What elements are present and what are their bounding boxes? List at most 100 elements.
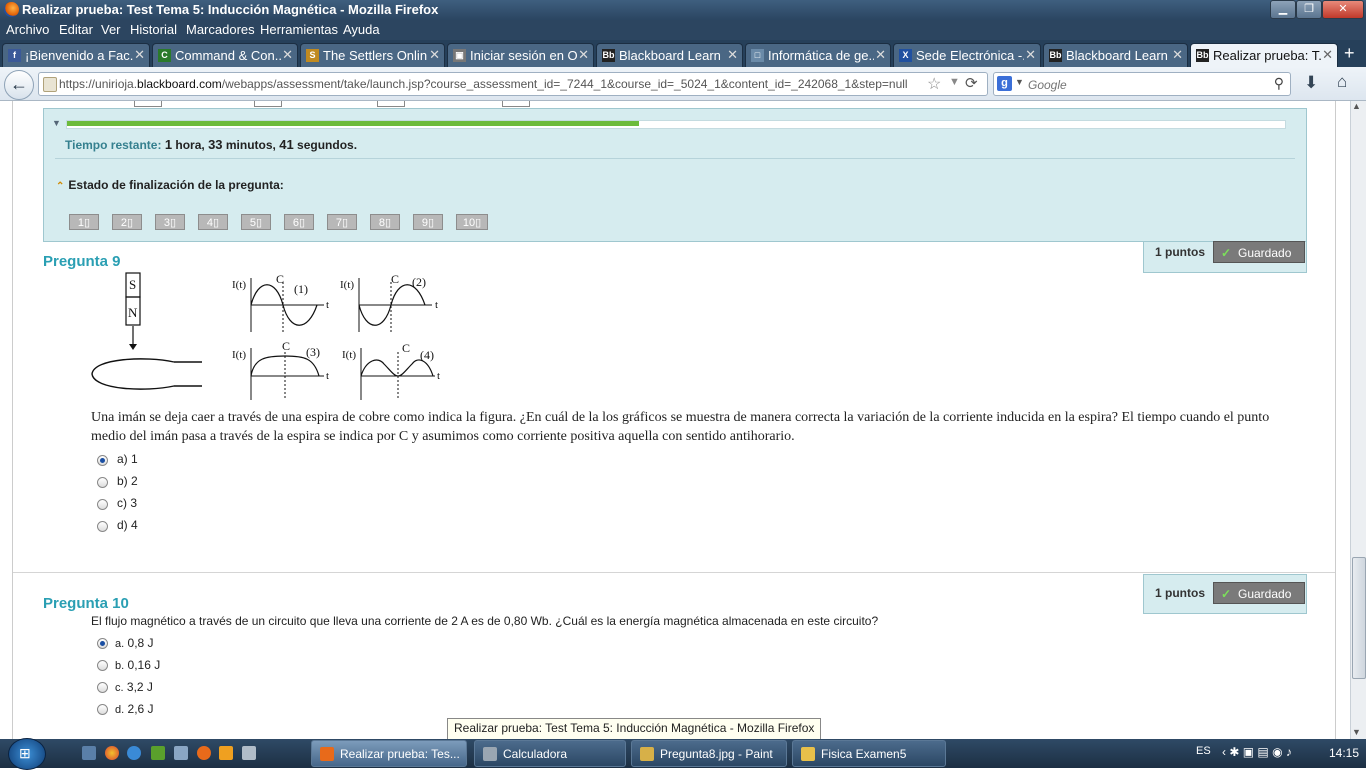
tab-7[interactable]: X Sede Electrónica -... ✕ <box>893 43 1041 67</box>
tab-favicon-icon: Bb <box>1049 49 1062 62</box>
question-nav-button-2[interactable]: 2▯ <box>112 214 142 230</box>
language-indicator[interactable]: ES <box>1196 745 1211 757</box>
search-engine-icon[interactable]: g <box>997 76 1012 91</box>
q10-option-c-radio[interactable] <box>97 682 108 693</box>
menu-historial[interactable]: Historial <box>130 22 177 37</box>
checkmark-icon: ✓ <box>1221 587 1232 601</box>
q9-option-c-label[interactable]: c) 3 <box>117 496 137 510</box>
q9-option-a-label[interactable]: a) 1 <box>117 452 138 466</box>
app-icon[interactable] <box>242 746 256 760</box>
q9-option-d-label[interactable]: d) 4 <box>117 518 138 532</box>
tab-3[interactable]: S The Settlers Onlin... ✕ <box>300 43 445 67</box>
question-points: 1 puntos <box>1155 245 1205 259</box>
completion-status-heading[interactable]: ⌃ Estado de finalización de la pregunta: <box>56 178 284 192</box>
bookmark-star-icon[interactable]: ☆ <box>927 74 941 94</box>
downloads-icon[interactable]: ⬇ <box>1304 73 1318 93</box>
close-tab-icon[interactable]: ✕ <box>727 47 738 63</box>
close-tab-icon[interactable]: ✕ <box>578 47 589 63</box>
collapse-icon[interactable]: ▼ <box>52 118 61 128</box>
question-title: Pregunta 10 <box>43 595 129 612</box>
q10-option-b-radio[interactable] <box>97 660 108 671</box>
question-nav-button-8[interactable]: 8▯ <box>370 214 400 230</box>
close-tab-icon[interactable]: ✕ <box>1025 47 1036 63</box>
close-window-button[interactable]: ✕ <box>1322 0 1364 19</box>
taskbar-window-button[interactable]: Calculadora <box>474 740 626 767</box>
window-title-bar[interactable]: Realizar prueba: Test Tema 5: Inducción … <box>0 0 1366 20</box>
menu-herramientas[interactable]: Herramientas <box>260 22 338 37</box>
url-dropdown-icon[interactable]: ▼ <box>949 76 960 88</box>
minimize-button[interactable]: ▁ <box>1270 0 1296 19</box>
q9-option-a-radio[interactable] <box>97 455 108 466</box>
app-icon[interactable] <box>151 746 165 760</box>
close-tab-icon[interactable]: ✕ <box>282 47 293 63</box>
internet-explorer-icon[interactable] <box>127 746 141 760</box>
question-text: El flujo magnético a través de un circui… <box>91 614 879 628</box>
taskbar-window-button[interactable]: Pregunta8.jpg - Paint <box>631 740 787 767</box>
close-tab-icon[interactable]: ✕ <box>1322 47 1333 63</box>
clock[interactable]: 14:15 <box>1329 746 1359 760</box>
tab-8[interactable]: Bb Blackboard Learn ✕ <box>1043 43 1188 67</box>
taskbar-window-button[interactable]: Fisica Examen5 <box>792 740 946 767</box>
q9-option-b-label[interactable]: b) 2 <box>117 474 138 488</box>
q10-option-d-label[interactable]: d. 2,6 J <box>115 702 154 716</box>
close-tab-icon[interactable]: ✕ <box>429 47 440 63</box>
question-nav-button-3[interactable]: 3▯ <box>155 214 185 230</box>
back-button[interactable]: ← <box>4 70 34 100</box>
menu-archivo[interactable]: Archivo <box>6 22 49 37</box>
system-tray-icons[interactable]: ‹ ✱ ▣ ▤ ◉ ♪ <box>1222 745 1292 759</box>
question-nav-button-10[interactable]: 10▯ <box>456 214 488 230</box>
search-input[interactable] <box>1026 75 1268 94</box>
search-icon[interactable]: ⚲ <box>1274 75 1284 92</box>
url-bar[interactable]: https://unirioja.blackboard.com/webapps/… <box>38 72 988 96</box>
q10-option-d-radio[interactable] <box>97 704 108 715</box>
q9-option-c-radio[interactable] <box>97 499 108 510</box>
home-icon[interactable]: ⌂ <box>1337 72 1347 92</box>
tab-9[interactable]: Bb Realizar prueba: T... ✕ <box>1190 43 1338 67</box>
tab-5[interactable]: Bb Blackboard Learn ✕ <box>596 43 743 67</box>
q9-option-d-radio[interactable] <box>97 521 108 532</box>
q10-option-a-radio[interactable] <box>97 638 108 649</box>
tab-2[interactable]: C Command & Con... ✕ <box>152 43 298 67</box>
q10-option-a-label[interactable]: a. 0,8 J <box>115 636 154 650</box>
reload-icon[interactable]: ⟳ <box>965 74 978 92</box>
app-icon[interactable] <box>174 746 188 760</box>
question-nav-button-6[interactable]: 6▯ <box>284 214 314 230</box>
firefox-icon[interactable] <box>197 746 211 760</box>
app-icon <box>801 747 815 761</box>
search-engine-dropdown-icon[interactable]: ▼ <box>1015 77 1024 87</box>
question-nav-button-7[interactable]: 7▯ <box>327 214 357 230</box>
search-bar[interactable]: g ▼ ⚲ <box>993 72 1291 96</box>
expand-chevron-icon[interactable]: ⌃ <box>56 181 64 192</box>
menu-marcadores[interactable]: Marcadores <box>186 22 255 37</box>
scrollbar-thumb[interactable] <box>1352 557 1366 679</box>
close-tab-icon[interactable]: ✕ <box>134 47 145 63</box>
tab-1[interactable]: f ¡Bienvenido a Fac... ✕ <box>2 43 150 67</box>
close-tab-icon[interactable]: ✕ <box>1172 47 1183 63</box>
question-nav-button-1[interactable]: 1▯ <box>69 214 99 230</box>
tab-6[interactable]: □ Informática de ge... ✕ <box>745 43 891 67</box>
menu-editar[interactable]: Editar <box>59 22 93 37</box>
media-player-icon[interactable] <box>219 746 233 760</box>
site-identity-icon[interactable] <box>43 77 57 92</box>
tab-favicon-icon: Bb <box>1196 49 1209 62</box>
url-text[interactable]: https://unirioja.blackboard.com/webapps/… <box>59 77 908 91</box>
chrome-icon[interactable] <box>105 746 119 760</box>
question-nav-button-4[interactable]: 4▯ <box>198 214 228 230</box>
question-nav-button-5[interactable]: 5▯ <box>241 214 271 230</box>
question-nav-button-9[interactable]: 9▯ <box>413 214 443 230</box>
q10-option-c-label[interactable]: c. 3,2 J <box>115 680 153 694</box>
taskbar-window-button[interactable]: Realizar prueba: Tes... <box>311 740 467 767</box>
q10-option-b-label[interactable]: b. 0,16 J <box>115 658 160 672</box>
maximize-button[interactable]: ❐ <box>1296 0 1322 19</box>
scroll-down-arrow-icon[interactable]: ▼ <box>1352 727 1361 737</box>
scroll-up-arrow-icon[interactable]: ▲ <box>1352 101 1361 111</box>
close-tab-icon[interactable]: ✕ <box>875 47 886 63</box>
menu-ayuda[interactable]: Ayuda <box>343 22 380 37</box>
q9-option-b-radio[interactable] <box>97 477 108 488</box>
menu-ver[interactable]: Ver <box>101 22 121 37</box>
graph-2-y-label: I(t) <box>340 279 354 291</box>
start-button[interactable]: ⊞ <box>8 738 46 770</box>
show-desktop-icon[interactable] <box>82 746 96 760</box>
new-tab-button[interactable]: + <box>1344 43 1355 64</box>
tab-4[interactable]: ▣ Iniciar sesión en O... ✕ <box>447 43 594 67</box>
